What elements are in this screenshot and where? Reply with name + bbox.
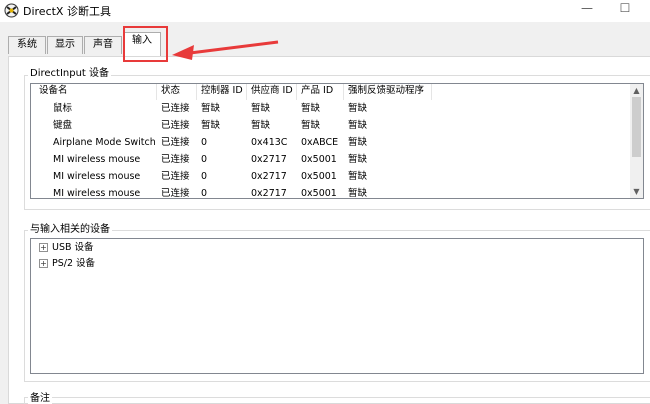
window-title: DirectX 诊断工具 <box>23 5 111 18</box>
cell-vendor-id: 暂缺 <box>251 120 271 131</box>
notes-group <box>24 397 650 404</box>
tab-sound[interactable]: 声音 <box>84 36 122 54</box>
list-header: 设备名 状态 控制器 ID 供应商 ID 产品 ID 强制反馈驱动程序 <box>31 84 432 100</box>
table-row[interactable]: Airplane Mode Switch 已连接 0 0x413C 0xABCE… <box>31 134 631 151</box>
cell-status: 已连接 <box>161 137 190 148</box>
scroll-down-icon[interactable]: ▼ <box>630 185 643 198</box>
tab-system[interactable]: 系统 <box>8 36 46 54</box>
directinput-device-list[interactable]: 设备名 状态 控制器 ID 供应商 ID 产品 ID 强制反馈驱动程序 鼠标 已… <box>30 83 644 199</box>
vertical-scrollbar[interactable]: ▲ ▼ <box>630 84 643 198</box>
cell-product-id: 0x5001 <box>301 154 337 165</box>
tab-strip: 系统 显示 声音 输入 <box>0 32 650 56</box>
scroll-up-icon[interactable]: ▲ <box>630 84 643 97</box>
column-header-product-id[interactable]: 产品 ID <box>297 84 344 100</box>
cell-device-name: MI wireless mouse <box>53 154 141 165</box>
cell-vendor-id: 暂缺 <box>251 103 271 114</box>
title-bar: DirectX 诊断工具 — ☐ <box>0 0 650 22</box>
table-row[interactable]: MI wireless mouse 已连接 0 0x2717 0x5001 暂缺 <box>31 185 631 199</box>
annotation-arrow-icon <box>172 40 279 60</box>
minimize-button[interactable]: — <box>572 0 602 20</box>
table-row[interactable]: MI wireless mouse 已连接 0 0x2717 0x5001 暂缺 <box>31 168 631 185</box>
cell-product-id: 暂缺 <box>301 103 321 114</box>
cell-controller-id: 暂缺 <box>201 120 221 131</box>
column-header-controller-id[interactable]: 控制器 ID <box>197 84 247 100</box>
cell-vendor-id: 0x2717 <box>251 188 287 199</box>
tab-display[interactable]: 显示 <box>47 36 83 54</box>
cell-ff-driver: 暂缺 <box>348 137 368 148</box>
notes-group-label: 备注 <box>28 389 52 404</box>
cell-ff-driver: 暂缺 <box>348 120 368 131</box>
tree-item-ps2[interactable]: + PS/2 设备 <box>39 256 95 272</box>
cell-status: 已连接 <box>161 171 190 182</box>
column-header-device-name[interactable]: 设备名 <box>35 84 157 100</box>
directx-app-icon <box>4 3 19 18</box>
column-header-ff-driver[interactable]: 强制反馈驱动程序 <box>344 84 432 100</box>
cell-product-id: 暂缺 <box>301 120 321 131</box>
table-row[interactable]: 键盘 已连接 暂缺 暂缺 暂缺 暂缺 <box>31 117 631 134</box>
cell-status: 已连接 <box>161 188 190 199</box>
tree-item-label: USB 设备 <box>52 242 94 253</box>
column-header-status[interactable]: 状态 <box>157 84 197 100</box>
directinput-group-label: DirectInput 设备 <box>28 64 112 79</box>
cell-product-id: 0xABCE <box>301 137 339 148</box>
cell-product-id: 0x5001 <box>301 188 337 199</box>
cell-controller-id: 0 <box>201 188 208 199</box>
table-row[interactable]: MI wireless mouse 已连接 0 0x2717 0x5001 暂缺 <box>31 151 631 168</box>
cell-device-name: 键盘 <box>53 120 73 131</box>
cell-vendor-id: 0x413C <box>251 137 288 148</box>
cell-device-name: MI wireless mouse <box>53 188 141 199</box>
maximize-button[interactable]: ☐ <box>610 0 640 20</box>
cell-device-name: MI wireless mouse <box>53 171 141 182</box>
cell-product-id: 0x5001 <box>301 171 337 182</box>
column-header-vendor-id[interactable]: 供应商 ID <box>247 84 297 100</box>
cell-ff-driver: 暂缺 <box>348 103 368 114</box>
cell-controller-id: 0 <box>201 171 208 182</box>
expand-plus-icon[interactable]: + <box>39 259 48 268</box>
related-devices-group-label: 与输入相关的设备 <box>28 220 112 235</box>
scrollbar-thumb[interactable] <box>632 97 641 157</box>
cell-device-name: Airplane Mode Switch <box>53 137 156 148</box>
table-row[interactable]: 鼠标 已连接 暂缺 暂缺 暂缺 暂缺 <box>31 100 631 117</box>
cell-device-name: 鼠标 <box>53 103 73 114</box>
related-devices-tree[interactable]: + USB 设备 + PS/2 设备 <box>30 238 644 374</box>
cell-ff-driver: 暂缺 <box>348 154 368 165</box>
cell-status: 已连接 <box>161 154 190 165</box>
cell-vendor-id: 0x2717 <box>251 154 287 165</box>
cell-controller-id: 暂缺 <box>201 103 221 114</box>
cell-status: 已连接 <box>161 120 190 131</box>
cell-vendor-id: 0x2717 <box>251 171 287 182</box>
cell-controller-id: 0 <box>201 154 208 165</box>
cell-ff-driver: 暂缺 <box>348 171 368 182</box>
tree-item-label: PS/2 设备 <box>52 258 96 269</box>
cell-controller-id: 0 <box>201 137 208 148</box>
cell-status: 已连接 <box>161 103 190 114</box>
tab-input[interactable]: 输入 <box>123 32 161 56</box>
expand-plus-icon[interactable]: + <box>39 243 48 252</box>
cell-ff-driver: 暂缺 <box>348 188 368 199</box>
tree-item-usb[interactable]: + USB 设备 <box>39 240 94 256</box>
